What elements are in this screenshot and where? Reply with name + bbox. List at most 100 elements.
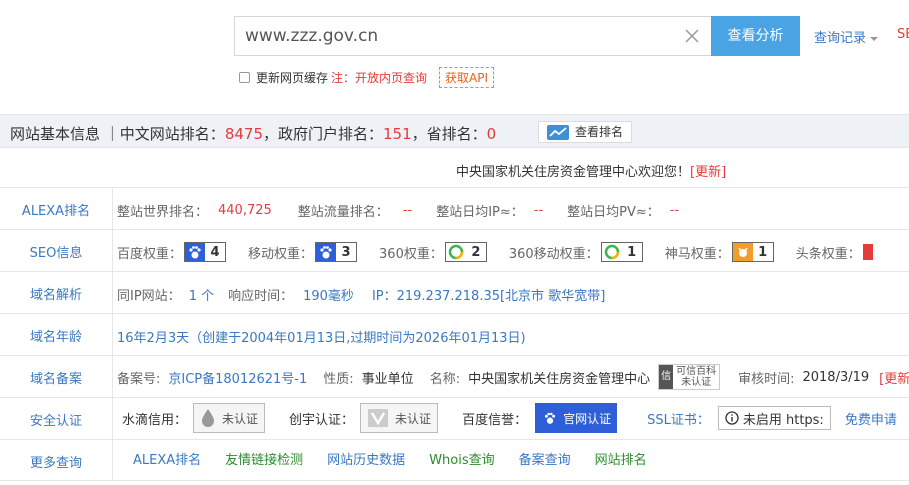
age-row: 域名年龄 16年2月3天（创建于2004年01月13日,过期时间为2026年01… (0, 313, 909, 355)
more-link-alexa[interactable]: ALEXA排名 (133, 449, 201, 468)
beian-update-link[interactable]: [更新 (879, 368, 909, 387)
mobile-weight-badge[interactable]: 3 (315, 242, 358, 262)
row-divider (112, 440, 113, 480)
security-row: 安全认证 水滴信用： 未认证 创宇认证： 未认证 百度信誉： 官网认证 SSL证… (0, 397, 909, 439)
world-rank-label: 整站世界排名： (117, 205, 209, 220)
same-ip-value[interactable]: 1 个 (189, 285, 214, 304)
baidu-weight-badge[interactable]: 4 (184, 242, 227, 262)
close-icon[interactable] (685, 25, 699, 47)
traffic-rank-value: -- (402, 203, 413, 218)
age-content: 16年2月3天（创建于2004年01月13日,过期时间为2026年01月13日) (117, 327, 526, 346)
cache-label: 更新网页缓存 (256, 71, 329, 85)
s360-weight-badge[interactable]: 2 (444, 242, 487, 262)
domain-age-value[interactable]: 16年2月3天（创建于2004年01月13日,过期时间为2026年01月13日) (117, 327, 526, 346)
daily-pv-label: 整站日均PV≈： (567, 205, 660, 220)
beian-type-label: 性质: (323, 371, 354, 387)
gov-rank-value: 151 (383, 125, 412, 143)
cache-checkbox[interactable] (239, 72, 250, 83)
seo-label[interactable]: SEO信息 (0, 242, 112, 261)
domain-label[interactable]: 域名解析 (0, 284, 112, 303)
baidu-credit-badge[interactable]: 官网认证 (535, 403, 618, 433)
beian-no-value[interactable]: 京ICP备18012621号-1 (168, 368, 307, 387)
shuidi-badge[interactable]: 未认证 (193, 403, 266, 433)
more-link-rank[interactable]: 网站排名 (595, 449, 647, 468)
alexa-row: ALEXA排名 整站世界排名： 440,725 整站流量排名： -- 整站日均I… (0, 187, 909, 229)
same-ip-label: 同IP网站： (117, 289, 181, 304)
beian-row: 域名备案 备案号: 京ICP备18012621号-1 性质: 事业单位 名称: … (0, 355, 909, 397)
security-content: 水滴信用： 未认证 创宇认证： 未认证 百度信誉： 官网认证 SSL证书： 未启… (122, 403, 897, 433)
view-rank-button[interactable]: 查看排名 (538, 121, 632, 143)
free-apply-link[interactable]: 免费申请 (845, 409, 897, 428)
daily-pv-value: -- (669, 203, 680, 218)
cut-link[interactable]: SE (897, 27, 909, 42)
daily-ip-value: -- (533, 203, 544, 218)
ssl-label: SSL证书： (647, 412, 710, 428)
more-label[interactable]: 更多查询 (0, 452, 112, 471)
cache-note[interactable]: 注：开放内页查询 (331, 69, 427, 86)
security-label[interactable]: 安全认证 (0, 410, 112, 429)
chuangyu-badge[interactable]: 未认证 (360, 403, 439, 433)
chevron-down-icon (870, 36, 879, 41)
search-input-value[interactable]: www.zzz.gov.cn (245, 26, 378, 46)
beian-name-label: 名称: (429, 371, 461, 387)
verified-v-icon (368, 409, 389, 427)
s360m-weight-badge[interactable]: 1 (600, 242, 643, 262)
beian-type-value: 事业单位 (361, 371, 414, 387)
shenma-weight-value: 1 (758, 244, 768, 260)
world-rank-value[interactable]: 440,725 (218, 203, 272, 218)
ssl-badge[interactable]: 未启用 https: (717, 406, 831, 430)
prov-rank-value: 0 (486, 125, 497, 143)
cn-rank-value: 8475 (224, 125, 263, 143)
row-divider (112, 230, 113, 271)
credible-text: 可信百科 未认证 (673, 366, 719, 388)
s360m-weight-value: 1 (627, 244, 637, 260)
history-link[interactable]: 查询记录 (814, 27, 879, 46)
info-bar-text: 网站基本信息 ｜中文网站排名：8475，政府门户排名：151，省排名：0 (10, 123, 496, 144)
info-bar-title: 网站基本信息 (10, 125, 101, 143)
shenma-weight-badge[interactable]: 1 (731, 242, 774, 262)
response-time-value: 190毫秒 (303, 289, 354, 304)
credible-char: 信 (659, 365, 674, 389)
chuangyu-value: 未认证 (395, 411, 432, 426)
ip-address[interactable]: IP：219.237.218.35[北京市 歌华宽带] (372, 285, 605, 304)
seo-row: SEO信息 百度权重： 4 移动权重： 3 360权重： 2 360移动权重： … (0, 229, 909, 271)
welcome-update-link[interactable]: [更新] (690, 165, 726, 180)
seo-content: 百度权重： 4 移动权重： 3 360权重： 2 360移动权重： 1 神马权重… (117, 242, 873, 262)
trend-chart-icon (547, 125, 569, 140)
beian-content: 备案号: 京ICP备18012621号-1 性质: 事业单位 名称: 中央国家机… (117, 364, 909, 390)
audit-time-label: 审核时间: (738, 371, 795, 387)
row-divider (112, 272, 113, 313)
water-drop-icon (202, 409, 215, 427)
domain-content: 同IP网站： 1 个 响应时间： 190毫秒 IP：219.237.218.35… (117, 285, 605, 304)
beian-label[interactable]: 域名备案 (0, 368, 112, 387)
alexa-label[interactable]: ALEXA排名 (0, 200, 112, 219)
more-link-friend[interactable]: 友情链接检测 (225, 449, 303, 468)
audit-time-value: 2018/3/19 (802, 369, 870, 385)
age-label[interactable]: 域名年龄 (0, 326, 112, 345)
more-link-beian[interactable]: 备案查询 (519, 449, 571, 468)
s360m-weight-label: 360移动权重： (508, 246, 599, 262)
ssl-value: 未启用 https: (742, 412, 824, 428)
row-divider (112, 314, 113, 355)
search-input[interactable]: www.zzz.gov.cn (234, 16, 711, 56)
traffic-rank-label: 整站流量排名： (297, 205, 389, 220)
beian-name-value: 中央国家机关住房资金管理中心 (468, 371, 651, 387)
more-link-history[interactable]: 网站历史数据 (327, 449, 405, 468)
welcome-message: 中央国家机关住房资金管理中心欢迎您！ (456, 165, 691, 180)
toutiao-weight-label: 头条权重： (795, 246, 861, 262)
alexa-content: 整站世界排名： 440,725 整站流量排名： -- 整站日均IP≈： -- 整… (117, 201, 679, 220)
view-rank-label: 查看排名 (575, 125, 624, 139)
more-link-whois[interactable]: Whois查询 (429, 449, 494, 468)
welcome-text: 中央国家机关住房资金管理中心欢迎您！[更新] (456, 161, 726, 180)
credible-badge[interactable]: 信 可信百科 未认证 (658, 364, 721, 390)
cache-row: 更新网页缓存 注：开放内页查询 获取API (239, 67, 495, 88)
more-content: ALEXA排名 友情链接检测 网站历史数据 Whois查询 备案查询 网站排名 (133, 449, 647, 468)
paw-icon (316, 243, 337, 261)
daily-ip-label: 整站日均IP≈： (436, 205, 524, 220)
shenma-logo-icon (732, 243, 753, 261)
analyze-button[interactable]: 查看分析 (711, 16, 800, 56)
chuangyu-label: 创宇认证： (289, 412, 355, 428)
mobile-weight-label: 移动权重： (248, 246, 314, 262)
row-divider (112, 188, 113, 229)
api-button[interactable]: 获取API (439, 67, 495, 88)
